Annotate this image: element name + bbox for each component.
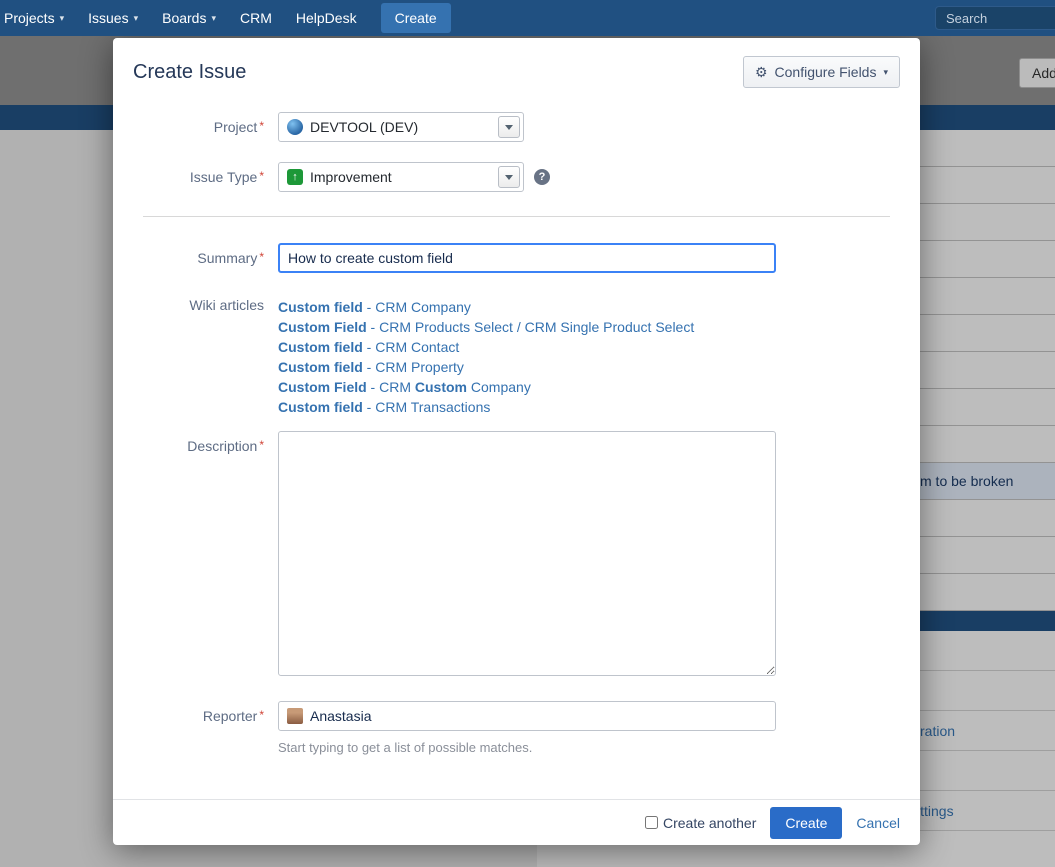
create-another-label[interactable]: Create another bbox=[645, 815, 756, 831]
wiki-article-link[interactable]: Custom Field - CRM Products Select / CRM… bbox=[278, 317, 890, 337]
configure-fields-button[interactable]: ⚙ Configure Fields ▾ bbox=[743, 56, 900, 88]
wiki-link-text: - CRM Company bbox=[363, 299, 471, 315]
wiki-link-text: Custom field bbox=[278, 359, 363, 375]
nav-projects[interactable]: Projects ▾ bbox=[4, 10, 64, 26]
project-select-value: DEVTOOL (DEV) bbox=[310, 119, 418, 135]
wiki-link-text: - CRM Property bbox=[363, 359, 464, 375]
create-another-text: Create another bbox=[663, 815, 756, 831]
issue-type-row: Issue Type ↑ Improvement ? bbox=[143, 162, 890, 192]
chevron-down-icon: ▾ bbox=[883, 67, 888, 78]
description-row: Description bbox=[143, 431, 890, 681]
wiki-link-text: Company bbox=[467, 379, 531, 395]
issue-type-label: Issue Type bbox=[143, 162, 278, 185]
wiki-articles-row: Wiki articles Custom field - CRM Company… bbox=[143, 293, 890, 417]
user-avatar bbox=[287, 708, 303, 724]
wiki-link-text: Custom bbox=[415, 379, 467, 395]
wiki-link-text: - CRM Products Select / CRM Single Produ… bbox=[367, 319, 695, 335]
reporter-value: Anastasia bbox=[310, 708, 371, 724]
summary-label: Summary bbox=[143, 243, 278, 266]
wiki-article-link[interactable]: Custom field - CRM Contact bbox=[278, 337, 890, 357]
wiki-link-text: Custom field bbox=[278, 399, 363, 415]
reporter-row: Reporter Anastasia Start typing to get a… bbox=[143, 701, 890, 755]
nav-boards-label: Boards bbox=[162, 10, 206, 26]
project-row: Project DEVTOOL (DEV) bbox=[143, 112, 890, 142]
description-label: Description bbox=[143, 431, 278, 454]
project-select[interactable]: DEVTOOL (DEV) bbox=[278, 112, 524, 142]
wiki-link-text: Custom Field bbox=[278, 379, 367, 395]
chevron-down-icon: ▾ bbox=[60, 13, 65, 24]
wiki-article-link[interactable]: Custom field - CRM Transactions bbox=[278, 397, 890, 417]
form-divider bbox=[143, 216, 890, 217]
wiki-link-text: - CRM Contact bbox=[363, 339, 459, 355]
dialog-footer: Create another Create Cancel bbox=[113, 799, 920, 845]
improvement-type-icon: ↑ bbox=[287, 169, 303, 185]
dropdown-arrow-icon[interactable] bbox=[498, 166, 520, 188]
search-input[interactable] bbox=[935, 6, 1055, 30]
create-submit-button[interactable]: Create bbox=[770, 807, 842, 839]
wiki-article-link[interactable]: Custom Field - CRM Custom Company bbox=[278, 377, 890, 397]
nav-issues-label: Issues bbox=[88, 10, 128, 26]
wiki-link-text: Custom Field bbox=[278, 319, 367, 335]
nav-helpdesk[interactable]: HelpDesk bbox=[296, 10, 357, 26]
nav-crm[interactable]: CRM bbox=[240, 10, 272, 26]
nav-helpdesk-label: HelpDesk bbox=[296, 10, 357, 26]
wiki-article-link[interactable]: Custom field - CRM Property bbox=[278, 357, 890, 377]
wiki-article-link[interactable]: Custom field - CRM Company bbox=[278, 297, 890, 317]
dialog-title: Create Issue bbox=[133, 61, 246, 84]
summary-row: Summary bbox=[143, 243, 890, 273]
wiki-link-text: Custom field bbox=[278, 339, 363, 355]
nav-projects-label: Projects bbox=[4, 10, 55, 26]
nav-boards[interactable]: Boards ▾ bbox=[162, 10, 216, 26]
gear-icon: ⚙ bbox=[755, 65, 768, 79]
wiki-link-text: - CRM Transactions bbox=[363, 399, 491, 415]
dialog-header: Create Issue ⚙ Configure Fields ▾ bbox=[113, 38, 920, 104]
chevron-down-icon: ▾ bbox=[134, 13, 139, 24]
project-avatar-icon bbox=[287, 119, 303, 135]
description-textarea[interactable] bbox=[278, 431, 776, 676]
summary-input[interactable] bbox=[278, 243, 776, 273]
triangle-icon bbox=[505, 175, 513, 180]
create-another-checkbox[interactable] bbox=[645, 816, 658, 829]
nav-issues[interactable]: Issues ▾ bbox=[88, 10, 138, 26]
reporter-hint: Start typing to get a list of possible m… bbox=[278, 740, 890, 755]
dialog-body: Project DEVTOOL (DEV) Issue Type ↑ Impro… bbox=[113, 104, 920, 799]
cancel-link[interactable]: Cancel bbox=[856, 815, 900, 831]
chevron-down-icon: ▾ bbox=[211, 13, 216, 24]
reporter-label: Reporter bbox=[143, 701, 278, 724]
create-issue-dialog: Create Issue ⚙ Configure Fields ▾ Projec… bbox=[113, 38, 920, 845]
configure-fields-label: Configure Fields bbox=[775, 64, 877, 80]
reporter-field[interactable]: Anastasia bbox=[278, 701, 776, 731]
wiki-articles-label: Wiki articles bbox=[143, 293, 278, 313]
help-icon[interactable]: ? bbox=[534, 169, 550, 185]
wiki-link-text: - CRM bbox=[367, 379, 415, 395]
global-create-button[interactable]: Create bbox=[381, 3, 451, 33]
dropdown-arrow-icon[interactable] bbox=[498, 116, 520, 138]
triangle-icon bbox=[505, 125, 513, 130]
top-navbar: Projects ▾ Issues ▾ Boards ▾ CRM HelpDes… bbox=[0, 0, 1055, 36]
wiki-link-text: Custom field bbox=[278, 299, 363, 315]
issue-type-select[interactable]: ↑ Improvement bbox=[278, 162, 524, 192]
project-label: Project bbox=[143, 112, 278, 135]
issue-type-select-value: Improvement bbox=[310, 169, 392, 185]
nav-crm-label: CRM bbox=[240, 10, 272, 26]
